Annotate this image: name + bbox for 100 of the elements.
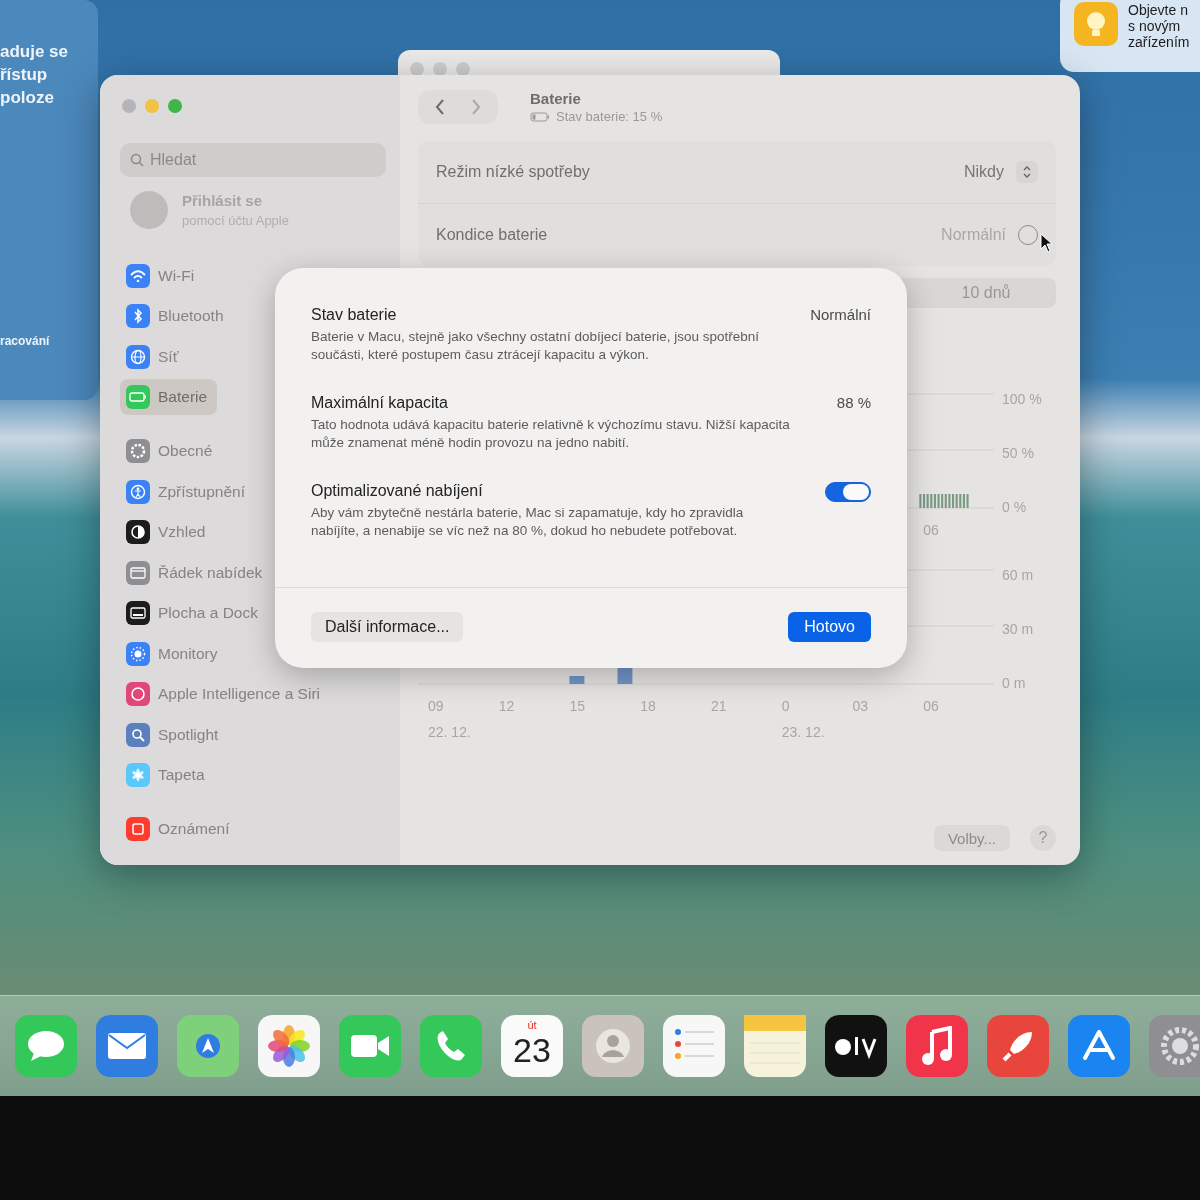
axis-label: 50 % xyxy=(1002,446,1035,460)
axis-label: 60 m xyxy=(1002,568,1035,582)
usage-bar xyxy=(569,676,585,684)
calendar-app-icon[interactable]: út 23 xyxy=(501,1015,563,1077)
axis-label: 12 xyxy=(498,698,516,714)
axis-label: 18 xyxy=(640,698,657,714)
sidebar-label: Wi-Fi xyxy=(158,266,195,285)
sidebar-item[interactable]: Obecné xyxy=(120,433,223,469)
section-value: Normální xyxy=(810,306,871,325)
sidebar-label: Vzhled xyxy=(158,523,206,541)
axis-label: 0 xyxy=(781,698,791,714)
chevron-right-icon xyxy=(471,99,481,115)
battery-icon xyxy=(530,111,550,122)
options-button[interactable]: Volby... xyxy=(933,825,1010,851)
lightbulb-icon xyxy=(1074,2,1118,46)
zoom-button[interactable] xyxy=(168,99,182,113)
sidebar-item[interactable]: Plocha a Dock xyxy=(120,595,268,631)
axis-label: 21 xyxy=(711,698,728,714)
section-value: 88 % xyxy=(836,394,871,413)
panel-text: poloze xyxy=(0,87,55,109)
gear-icon[interactable] xyxy=(1149,1015,1200,1077)
setting-label: Režim nízké spotřeby xyxy=(436,163,590,181)
toggle-switch[interactable] xyxy=(825,482,871,502)
more-info-button[interactable]: Další informace... xyxy=(311,612,464,642)
up-down-chevron-icon xyxy=(1023,165,1031,179)
notepad-icon[interactable] xyxy=(744,1015,806,1077)
panel-text: aduje se xyxy=(0,41,70,63)
sidebar-label: Apple Intelligence a Siri xyxy=(158,685,320,703)
range-segment[interactable]: 10 dnů xyxy=(916,278,1056,308)
sidebar-label: Monitory xyxy=(158,644,218,663)
axis-label: 0 % xyxy=(1002,500,1028,514)
sidebar-label: Zpřístupnění xyxy=(158,482,246,501)
axis-label: 30 m xyxy=(1002,622,1035,636)
search-placeholder: Hledat xyxy=(150,151,197,169)
app-store-icon[interactable] xyxy=(1068,1015,1130,1077)
axis-label: 03 xyxy=(852,698,870,714)
section-title: Stav baterie xyxy=(311,306,398,324)
phone-icon[interactable] xyxy=(420,1015,482,1077)
axis-label: 06 xyxy=(923,522,940,538)
pointer-cursor-icon xyxy=(1040,233,1054,253)
date-label: 23. 12. xyxy=(781,724,826,740)
sidebar-label: Síť xyxy=(158,347,179,366)
sidebar-item[interactable]: Monitory xyxy=(120,635,228,672)
sidebar-item[interactable]: Tapeta xyxy=(120,757,215,793)
sidebar-item[interactable]: Spotlight xyxy=(120,716,229,753)
sidebar-label: Oznámení xyxy=(158,820,230,838)
popup-value[interactable]: Nikdy xyxy=(964,163,1004,181)
notification-text: zařízením xyxy=(1128,34,1190,50)
section-title: Optimalizované nabíjení xyxy=(311,482,484,500)
sidebar-item[interactable]: Síť xyxy=(120,338,189,375)
sidebar-item[interactable]: Oznámení xyxy=(120,811,240,847)
search-icon xyxy=(130,153,144,167)
notification-text: s novým xyxy=(1128,18,1182,34)
calendar-day: 23 xyxy=(513,1031,551,1069)
window-title: Baterie xyxy=(530,90,582,107)
date-label: 22. 12. xyxy=(428,724,472,740)
axis-label: 0 m xyxy=(1002,676,1027,690)
flower-icon[interactable] xyxy=(258,1015,320,1077)
battery-status: Stav baterie: 15 % xyxy=(556,109,663,124)
section-description: Baterie v Macu, stejně jako všechny ostatní dobíjecí baterie, jsou spotřební součásti, které postupem času ztrácejí kapacitu a výkon. xyxy=(311,328,760,364)
notification-card[interactable]: Objevte n s novým zařízením xyxy=(1060,0,1200,72)
sidebar-item[interactable]: Wi-Fi xyxy=(120,257,205,294)
sidebar-item[interactable]: Vzhled xyxy=(120,514,216,550)
music-note-icon[interactable] xyxy=(906,1015,968,1077)
search-field[interactable]: Hledat xyxy=(120,143,386,177)
sidebar-label: Baterie xyxy=(158,388,208,406)
done-button[interactable]: Hotovo xyxy=(788,612,871,642)
sidebar-label: Tapeta xyxy=(158,766,205,784)
list-icon[interactable] xyxy=(663,1015,725,1077)
sidebar-label: Řádek nabídek xyxy=(158,563,263,582)
help-button[interactable]: ? xyxy=(1030,825,1056,851)
notification-text: Objevte n xyxy=(1128,2,1189,18)
avatar[interactable] xyxy=(130,191,168,229)
stepper-button[interactable] xyxy=(1016,161,1038,183)
sidebar-label: Bluetooth xyxy=(158,307,224,325)
axis-label: 09 xyxy=(428,698,445,714)
contact-card-icon[interactable] xyxy=(582,1015,644,1077)
video-camera-icon[interactable] xyxy=(339,1015,401,1077)
sidebar-item[interactable]: Apple Intelligence a Siri xyxy=(120,676,330,712)
sidebar-label: Spotlight xyxy=(158,725,219,744)
section-description: Tato hodnota udává kapacitu baterie relativně k výchozímu stavu. Nižší kapacita může znamenat méně hodin provozu na jedno nabití. xyxy=(311,416,791,452)
sidebar-item[interactable]: Řádek nabídek xyxy=(120,554,273,591)
speech-bubble-icon[interactable] xyxy=(15,1015,77,1077)
battery-level-bars xyxy=(919,494,969,508)
envelope-icon[interactable] xyxy=(96,1015,158,1077)
setting-label: Kondice baterie xyxy=(436,226,548,244)
setting-value: Normální xyxy=(941,226,1006,244)
chevron-left-icon xyxy=(435,99,445,115)
tv-icon[interactable] xyxy=(825,1015,887,1077)
sidebar-item[interactable]: Bluetooth xyxy=(120,298,234,334)
panel-caption: racování xyxy=(0,334,51,348)
panel-text: řístup xyxy=(0,64,49,86)
close-button[interactable] xyxy=(122,99,136,113)
sidebar-item[interactable]: Baterie xyxy=(120,379,218,415)
sidebar-label: Obecné xyxy=(158,442,213,460)
calendar-weekday: út xyxy=(527,1019,537,1031)
axis-label: 06 xyxy=(923,698,940,714)
sidebar-item[interactable]: Zpřístupnění xyxy=(120,473,256,510)
map-icon[interactable] xyxy=(177,1015,239,1077)
axis-label: 100 % xyxy=(1002,392,1043,406)
